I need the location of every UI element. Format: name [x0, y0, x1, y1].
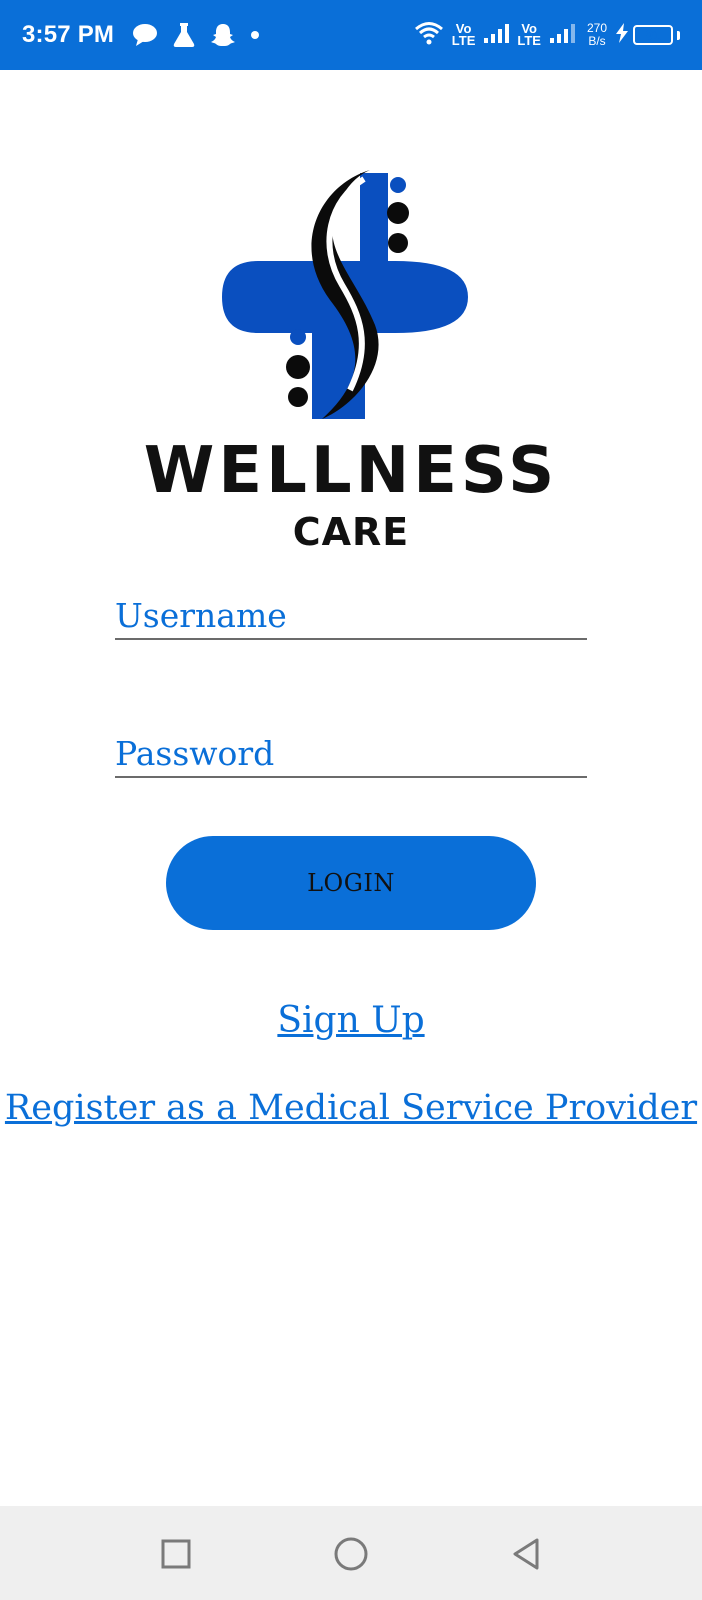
net-speed-unit: B/s — [588, 34, 606, 48]
volte-indicator-2: Vo LTE — [517, 22, 541, 48]
login-screen: 3:57 PM Vo LTE Vo LTE 270 B/s 91 WELLNES… — [0, 0, 702, 1600]
logo-dot-black-4 — [288, 387, 308, 407]
volte-indicator-1: Vo LTE — [451, 22, 476, 48]
signal-strength-icon — [483, 22, 510, 48]
system-navigation-bar — [0, 1506, 702, 1600]
net-speed: 270 B/s — [587, 22, 607, 48]
chat-bubble-icon — [132, 23, 158, 47]
battery-indicator: 91 — [615, 23, 680, 47]
triangle-back-icon — [513, 1538, 539, 1570]
flask-icon — [172, 22, 196, 48]
status-bar: 3:57 PM Vo LTE Vo LTE 270 B/s 91 — [0, 0, 702, 70]
brand-subtitle: CARE — [292, 510, 410, 554]
brand-name: WELLNESS — [143, 434, 559, 508]
password-field[interactable] — [115, 730, 587, 778]
volte-2-bottom: LTE — [517, 33, 541, 48]
signal-strength-icon-2 — [549, 22, 575, 48]
username-field[interactable] — [115, 592, 587, 640]
net-speed-value: 270 — [586, 21, 607, 35]
logo-dot-blue-bottom — [290, 329, 306, 345]
login-button[interactable]: LOGIN — [166, 836, 536, 930]
battery-level: 91 — [645, 27, 661, 43]
recent-apps-button[interactable] — [158, 1536, 194, 1572]
back-button[interactable] — [508, 1536, 544, 1572]
notification-icons — [132, 22, 260, 48]
wifi-icon — [414, 21, 444, 49]
volte-1-bottom: LTE — [451, 33, 476, 48]
battery-tip — [677, 30, 680, 40]
logo-dot-black-1 — [387, 202, 409, 224]
square-icon — [161, 1539, 191, 1569]
logo-dot-blue-top — [390, 177, 406, 193]
signup-link[interactable]: Sign Up — [0, 1000, 702, 1041]
register-provider-link[interactable]: Register as a Medical Service Provider — [0, 1088, 702, 1128]
status-right-icons: Vo LTE Vo LTE 270 B/s 91 — [414, 21, 680, 49]
battery-icon: 91 — [633, 25, 673, 45]
circle-icon — [334, 1537, 368, 1571]
status-time: 3:57 PM — [22, 21, 115, 48]
logo-dot-black-2 — [388, 233, 408, 253]
home-button[interactable] — [333, 1536, 369, 1572]
logo-dot-black-3 — [286, 355, 310, 379]
dot-icon — [250, 30, 260, 40]
logo-cross-top — [360, 173, 388, 273]
snapchat-ghost-icon — [210, 22, 236, 48]
charging-bolt-icon — [615, 23, 629, 47]
